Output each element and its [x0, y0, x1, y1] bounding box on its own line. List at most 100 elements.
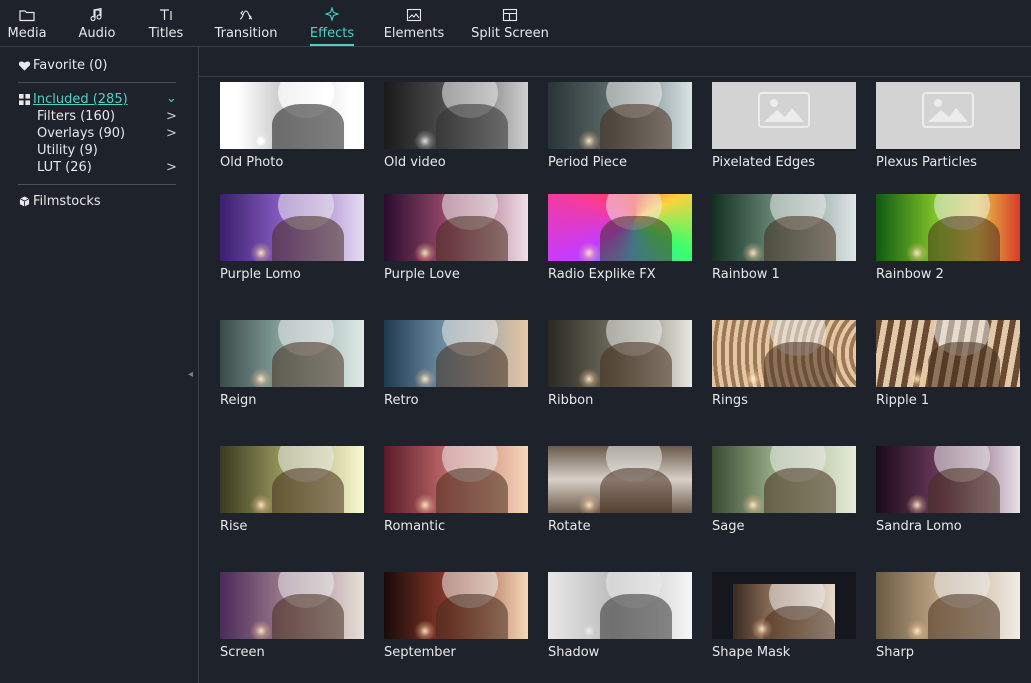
folder-icon	[15, 6, 39, 24]
effect-card[interactable]: Sandra Lomo	[876, 446, 1020, 534]
effect-name: Shape Mask	[712, 645, 791, 660]
chevron-right-icon[interactable]: >	[166, 126, 177, 141]
effect-name: Rings	[712, 393, 748, 408]
effect-card[interactable]: Screen	[220, 572, 364, 660]
effect-card[interactable]: Purple Lomo	[220, 194, 364, 282]
effect-card[interactable]: Old video	[384, 82, 528, 170]
effect-name: Shadow	[548, 645, 600, 660]
effect-thumbnail[interactable]	[384, 194, 528, 261]
effect-thumbnail[interactable]	[220, 446, 364, 513]
image-icon	[402, 6, 426, 24]
effects-grid: Old Photo Old video Period Piece Pixelated …	[199, 77, 1031, 683]
effect-card[interactable]: Rainbow 1	[712, 194, 856, 282]
effect-card[interactable]: Shape Mask	[712, 572, 856, 660]
effect-card[interactable]: Sharp	[876, 572, 1020, 660]
effect-thumbnail[interactable]	[712, 194, 856, 261]
effect-thumbnail[interactable]	[876, 82, 1020, 151]
effect-thumbnail[interactable]	[548, 82, 692, 149]
effect-thumbnail[interactable]	[220, 194, 364, 261]
effect-thumbnail[interactable]	[548, 572, 692, 639]
effect-thumbnail[interactable]	[876, 446, 1020, 513]
split-screen-icon	[498, 6, 522, 24]
effect-card[interactable]: Rise	[220, 446, 364, 534]
effect-card[interactable]: Pixelated Edges	[712, 82, 856, 170]
effect-thumbnail[interactable]	[712, 572, 856, 639]
effect-card[interactable]: Retro	[384, 320, 528, 408]
effect-card[interactable]: Reign	[220, 320, 364, 408]
transition-icon	[234, 6, 258, 24]
effect-thumbnail[interactable]	[548, 446, 692, 513]
effect-card[interactable]: Rings	[712, 320, 856, 408]
effect-thumbnail[interactable]	[876, 320, 1020, 387]
sparkle-icon	[320, 6, 344, 24]
effect-card[interactable]: Old Photo	[220, 82, 364, 170]
sidebar-item-utility[interactable]: Utility (9)	[37, 143, 98, 158]
effect-thumbnail[interactable]	[384, 82, 528, 149]
effect-card[interactable]: Rainbow 2	[876, 194, 1020, 282]
tab-split-screen-label: Split Screen	[471, 26, 549, 41]
effect-card[interactable]: Romantic	[384, 446, 528, 534]
effect-name: Sandra Lomo	[876, 519, 962, 534]
effect-card[interactable]: Plexus Particles	[876, 82, 1020, 170]
image-placeholder-icon	[758, 92, 810, 128]
effect-name: Rise	[220, 519, 248, 534]
tab-titles-label: Titles	[148, 26, 184, 41]
effect-thumbnail[interactable]	[712, 446, 856, 513]
effect-name: Sage	[712, 519, 745, 534]
effect-name: Radio Explike FX	[548, 267, 656, 282]
effect-thumbnail[interactable]	[384, 572, 528, 639]
top-tab-bar: Media Audio Titles Transition Effects El…	[0, 0, 1031, 47]
sidebar-item-included[interactable]: Included (285)	[18, 92, 128, 107]
effect-card[interactable]: Radio Explike FX	[548, 194, 692, 282]
effect-thumbnail[interactable]	[220, 572, 364, 639]
tab-transition[interactable]: Transition	[215, 0, 277, 46]
tab-audio[interactable]: Audio	[79, 0, 115, 46]
effect-thumbnail[interactable]	[548, 194, 692, 261]
effect-card[interactable]: September	[384, 572, 528, 660]
effect-name: Old Photo	[220, 155, 284, 170]
sidebar-item-favorite[interactable]: Favorite (0)	[18, 58, 108, 73]
tab-effects-label: Effects	[309, 26, 355, 41]
effect-thumbnail[interactable]	[384, 446, 528, 513]
effect-thumbnail[interactable]	[220, 82, 364, 149]
music-note-icon	[85, 6, 109, 24]
sidebar-included-label: Included (285)	[33, 92, 128, 107]
effect-card[interactable]: Purple Love	[384, 194, 528, 282]
effect-name: Rainbow 1	[712, 267, 780, 282]
effect-thumbnail[interactable]	[384, 320, 528, 387]
divider	[18, 82, 176, 83]
effect-thumbnail[interactable]	[712, 82, 856, 151]
text-icon	[154, 6, 178, 24]
category-sidebar: Favorite (0) Included (285) ⌄ Filters (1…	[0, 47, 199, 683]
tab-elements[interactable]: Elements	[384, 0, 444, 46]
collapse-sidebar-icon[interactable]: ◂	[188, 369, 193, 380]
effect-thumbnail[interactable]	[712, 320, 856, 387]
tab-effects[interactable]: Effects	[310, 0, 354, 46]
effect-card[interactable]: Rotate	[548, 446, 692, 534]
tab-split-screen[interactable]: Split Screen	[471, 0, 549, 46]
image-placeholder-icon	[922, 92, 974, 128]
effect-name: Reign	[220, 393, 257, 408]
chevron-down-icon[interactable]: ⌄	[166, 91, 177, 106]
chevron-right-icon[interactable]: >	[166, 160, 177, 175]
effect-card[interactable]: Ripple 1	[876, 320, 1020, 408]
tab-media[interactable]: Media	[7, 0, 47, 46]
effect-card[interactable]: Period Piece	[548, 82, 692, 170]
effect-name: Period Piece	[548, 155, 627, 170]
effect-thumbnail[interactable]	[876, 194, 1020, 261]
sidebar-item-filters[interactable]: Filters (160)	[37, 109, 115, 124]
effect-name: Sharp	[876, 645, 915, 660]
chevron-right-icon[interactable]: >	[166, 109, 177, 124]
effect-card[interactable]: Shadow	[548, 572, 692, 660]
effect-thumbnail[interactable]	[876, 572, 1020, 639]
tab-titles[interactable]: Titles	[149, 0, 183, 46]
effect-thumbnail[interactable]	[220, 320, 364, 387]
effect-name: Old video	[384, 155, 446, 170]
effect-thumbnail[interactable]	[548, 320, 692, 387]
sidebar-item-filmstocks[interactable]: Filmstocks	[18, 194, 101, 209]
effect-card[interactable]: Sage	[712, 446, 856, 534]
content-toolbar	[199, 47, 1031, 77]
sidebar-item-lut[interactable]: LUT (26)	[37, 160, 92, 175]
sidebar-item-overlays[interactable]: Overlays (90)	[37, 126, 125, 141]
effect-card[interactable]: Ribbon	[548, 320, 692, 408]
